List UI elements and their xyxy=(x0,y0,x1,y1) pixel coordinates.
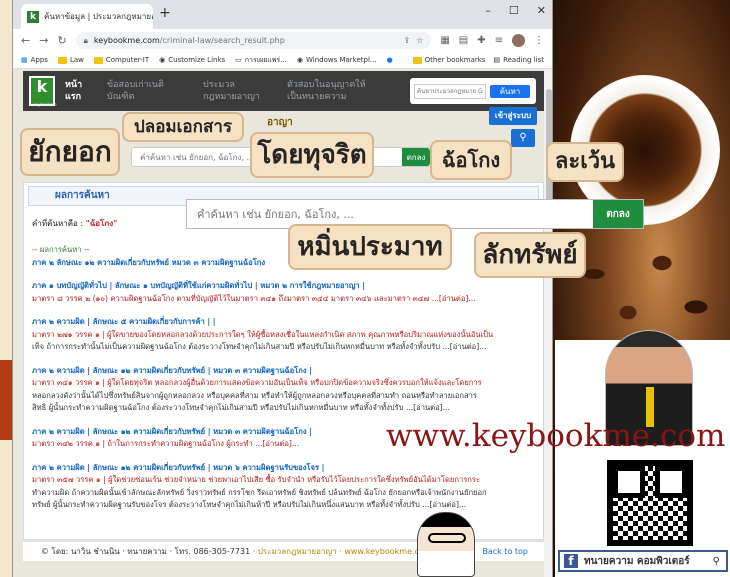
qr-code xyxy=(607,460,693,546)
result-path[interactable]: ภาค ๒ ความผิด | ลักษณะ ๑๒ ความผิดเกี่ยวก… xyxy=(24,365,543,378)
globe-icon: ◉ xyxy=(159,56,166,64)
star-icon[interactable]: ☆ xyxy=(416,36,423,45)
result-text: มาตรา ๒๗๑ วรรค ๑ | ผู้ใดขายของโดยหลอกลวง… xyxy=(32,329,494,339)
maximize-icon[interactable]: ☐ xyxy=(509,4,519,17)
login-button[interactable]: เข้าสู่ระบบ xyxy=(489,107,537,125)
tag-forgery: ปลอมเอกสาร xyxy=(122,112,244,142)
cartoon-detective-image xyxy=(417,512,475,577)
page-icon: ▭ xyxy=(235,56,242,64)
search-keyword: "ฉ้อโกง" xyxy=(85,219,118,228)
bookmark-apps[interactable]: ▦ Apps xyxy=(21,56,48,64)
tag-theft: ลักทรัพย์ xyxy=(474,232,586,278)
overlay-search-button[interactable]: ตกลง xyxy=(593,200,643,228)
tag-omission: ละเว้น xyxy=(546,142,624,182)
footer-brand[interactable]: ประมวลกฎหมายอาญา · www.keybookme.com xyxy=(258,545,432,558)
folder-icon xyxy=(57,56,67,64)
window-controls: – ☐ ✕ xyxy=(485,4,546,17)
result-text: เท็จ ถ้าการกระทำนั้นไม่เป็นความผิดฐานฉ้อ… xyxy=(32,342,487,351)
reading-icon[interactable]: ▤ xyxy=(459,35,468,46)
minimize-icon[interactable]: – xyxy=(485,4,491,17)
search-icon: ⚲ xyxy=(712,555,720,567)
site-watermark: www.keybookme.com xyxy=(386,418,726,454)
reading-list-icon: ▤ xyxy=(493,56,501,64)
extension-icon[interactable]: ▦ xyxy=(440,35,449,46)
facebook-bar[interactable]: f ทนายความ คอมพิวเตอร์ ⚲ xyxy=(558,550,728,572)
tab-strip: k ค้นหาข้อมูล | ประมวลกฎหมายอาญา | ✕ + –… xyxy=(13,0,552,29)
bookmark-customize[interactable]: ◉ Customize Links xyxy=(159,56,225,64)
apps-icon: ▦ xyxy=(21,56,28,64)
site-logo[interactable]: k keybookme xyxy=(29,76,57,107)
tag-defamation: หมิ่นประมาท xyxy=(288,224,452,270)
nav-home[interactable]: หน้าแรก xyxy=(55,79,97,103)
result-text: มาตรา ๓๕๗ วรรค ๑ | ผู้ใดช่วยซ่อนเร้น ช่ว… xyxy=(32,475,481,484)
browser-tab[interactable]: k ค้นหาข้อมูล | ประมวลกฎหมายอาญา | ✕ xyxy=(21,4,153,29)
bookmark-windows[interactable]: ◉ Windows Marketpl... xyxy=(297,56,377,64)
address-bar[interactable]: 🔒︎ keybookme.com/criminal-law/search_res… xyxy=(75,32,432,49)
back-icon[interactable]: ← xyxy=(21,34,30,47)
site-search-input[interactable] xyxy=(414,83,486,99)
site-search-button[interactable]: ค้นหา xyxy=(490,84,530,98)
share-icon[interactable]: ⇪ xyxy=(403,36,410,45)
bookmark-publish[interactable]: ▭ การเผยแพร่... xyxy=(235,55,287,66)
close-window-icon[interactable]: ✕ xyxy=(537,4,546,17)
globe-icon: ◉ xyxy=(296,56,303,64)
page-title: อาญา xyxy=(267,117,293,128)
site-navbar: k keybookme หน้าแรก ข้อสอบเก่าเนติบัณฑิต … xyxy=(23,71,544,111)
footer-credit: © โดย: นาวิน ชำนนิน · ทนายความ · โทร. 08… xyxy=(41,547,256,556)
result-text: ทรัพย์ ผู้นั้นกระทำความผิดฐานรับของโจร ต… xyxy=(32,500,467,509)
bookmarks-bar: ▦ Apps Law Computer-IT ◉ Customize Links ▭… xyxy=(13,52,552,69)
facebook-label: ทนายความ คอมพิวเตอร์ xyxy=(584,555,690,567)
tag-dishonest: โดยทุจริต xyxy=(250,132,374,178)
site-favicon: k xyxy=(27,10,39,23)
result-text: มาตรา ๘ วรรค ๒ (๑๐) ความผิดฐานฉ้อโกง ตาม… xyxy=(32,293,476,303)
tag-fraud: ฉ้อโกง xyxy=(430,140,512,180)
result-text: มาตรา ๓๔๑ วรรค ๑ | ผู้ใดโดยทุจริต หลอกลว… xyxy=(32,378,482,387)
result-text: ทำความผิด ถ้าความผิดนั้นเข้าลักษณะลักทรั… xyxy=(32,487,487,497)
bookmark-other[interactable]: Other bookmarks xyxy=(412,56,485,64)
menu-icon[interactable]: ≡ xyxy=(495,35,503,46)
law-search-button[interactable]: ตกลง xyxy=(402,148,430,166)
bookmark-reading-list[interactable]: ▤ Reading list xyxy=(493,56,544,64)
bookmark-computer-it[interactable]: Computer-IT xyxy=(93,56,149,64)
result-text: หลอกลวงดังว่านั้นได้ไปซึ่งทรัพย์สินจากผู… xyxy=(32,390,477,400)
result-path[interactable]: ภาค ๑ บทบัญญัติทั่วไป | ลักษณะ ๑ บทบัญญั… xyxy=(24,280,543,293)
folder-icon xyxy=(93,56,103,64)
folder-icon xyxy=(412,56,422,64)
results-section-title: -- ผลการค้นหา -- xyxy=(32,245,90,254)
bookmark-facebook[interactable]: ● xyxy=(387,56,393,64)
browser-window: k ค้นหาข้อมูล | ประมวลกฎหมายอาญา | ✕ + –… xyxy=(12,0,553,577)
tab-title: ค้นหาข้อมูล | ประมวลกฎหมายอาญา | xyxy=(44,12,153,21)
facebook-icon: f xyxy=(564,554,578,568)
profile-avatar[interactable] xyxy=(512,34,525,47)
back-to-top-link[interactable]: Back to top xyxy=(482,547,528,556)
magnifier-icon[interactable]: ⚲ xyxy=(511,129,535,147)
nav-criminal-code[interactable]: ประมวลกฎหมายอาญา xyxy=(193,79,277,103)
url-domain: keybookme.com xyxy=(93,36,160,45)
browser-toolbar: ← → ↻ 🔒︎ keybookme.com/criminal-law/sear… xyxy=(13,29,552,52)
reload-icon[interactable]: ↻ xyxy=(57,34,66,47)
result-path[interactable]: ภาค ๒ ความผิด | ลักษณะ ๕ ความผิดเกี่ยวกั… xyxy=(24,316,543,329)
result-text: สิทธิ ผู้นั้นกระทำความผิดฐานฉ้อโกง ต้องร… xyxy=(32,403,450,412)
nav-lawyer-license[interactable]: ตัวสอบในอนุญาตให้เป็นทนายความ xyxy=(277,79,381,103)
nav-bar-exam[interactable]: ข้อสอบเก่าเนติบัณฑิต xyxy=(97,79,193,103)
site-search: ค้นหา xyxy=(410,78,536,104)
url-path: /criminal-law/search_result.php xyxy=(159,36,285,45)
results-panel: ผลการค้นหา คำที่ค้นหาคือ : "ฉ้อโกง" -- ผ… xyxy=(23,182,544,540)
extension-icons: ▦ ▤ ✚ ≡ ⋮ xyxy=(440,34,544,47)
result-path[interactable]: ภาค ๒ ลักษณะ ๑๒ ความผิดเกี่ยวกับทรัพย์ ห… xyxy=(24,257,543,270)
lock-icon: 🔒︎ xyxy=(83,35,88,45)
more-icon[interactable]: ⋮ xyxy=(534,35,544,46)
facebook-icon: ● xyxy=(386,56,393,64)
forward-icon[interactable]: → xyxy=(39,34,48,47)
puzzle-icon[interactable]: ✚ xyxy=(477,35,485,46)
result-path[interactable]: ภาค ๒ ความผิด | ลักษณะ ๑๒ ความผิดเกี่ยวก… xyxy=(24,462,543,475)
new-tab-button[interactable]: + xyxy=(159,5,171,21)
bookmark-law[interactable]: Law xyxy=(57,56,84,64)
tag-embezzle: ยักยอก xyxy=(20,128,120,176)
